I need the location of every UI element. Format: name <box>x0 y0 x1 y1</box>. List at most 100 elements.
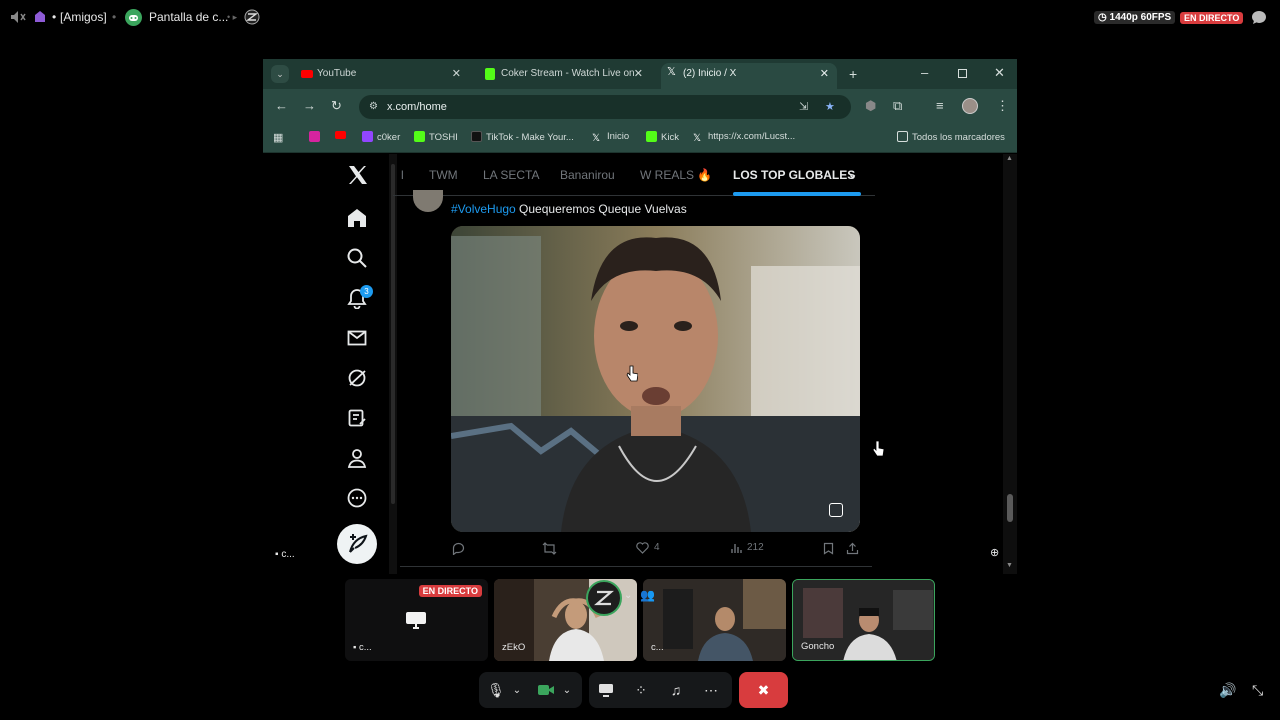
site-info-icon[interactable]: ⚙ <box>369 95 378 119</box>
live-badge: EN DIRECTO <box>418 585 482 597</box>
reply-icon[interactable] <box>452 542 465 555</box>
reload-button[interactable]: ↻ <box>331 99 342 113</box>
more-options-icon[interactable] <box>346 487 368 509</box>
activity-controls: ⁘ ♫ ⋯ <box>589 672 732 708</box>
bookmark-inicio[interactable]: 𝕏 Inicio <box>592 131 629 144</box>
bookmark-instagram[interactable] <box>309 131 324 143</box>
messages-icon[interactable] <box>346 327 368 349</box>
post-hashtag[interactable]: #VolveHugo <box>451 202 516 216</box>
streamer-avatar-icon[interactable] <box>244 9 260 25</box>
bookmark-icon[interactable] <box>823 542 834 555</box>
quality-icon: ◷ <box>1098 12 1110 23</box>
mic-options-chevron-icon[interactable]: ⌄ <box>509 672 525 708</box>
channel-name[interactable]: [Amigos] <box>60 10 107 24</box>
extension-shield-icon[interactable]: ⬢ <box>865 99 876 113</box>
stream-host-avatar[interactable] <box>586 580 622 616</box>
bookmark-kick[interactable]: Kick <box>646 131 679 143</box>
microphone-button[interactable]: 🎙 <box>485 672 507 708</box>
activities-button[interactable]: ⁘ <box>630 672 652 708</box>
tab-x-home[interactable]: 𝕏 (2) Inicio / X ✕ <box>661 63 837 89</box>
participant-tile-screen[interactable]: EN DIRECTO ▪ c... <box>345 579 488 661</box>
stream-title[interactable]: Pantalla de c... <box>149 10 228 24</box>
youtube-icon <box>301 70 313 78</box>
add-people-icon[interactable]: 👥 <box>640 588 655 602</box>
tab-coker-stream[interactable]: Coker Stream - Watch Live on ✕ <box>479 63 651 89</box>
tab-youtube[interactable]: YouTube ✕ <box>295 63 469 89</box>
tab-la-secta[interactable]: LA SECTA <box>483 168 539 182</box>
soundboard-button[interactable]: ♫ <box>665 672 687 708</box>
media-control-icon[interactable]: ≡ <box>936 99 944 113</box>
post-author-avatar[interactable] <box>413 190 443 212</box>
grok-icon[interactable] <box>346 367 368 389</box>
x-logo-icon[interactable] <box>346 164 368 186</box>
sidebar-scroll-thumb[interactable] <box>391 164 395 504</box>
bookmark-star-icon[interactable]: ★ <box>825 95 835 119</box>
views-chart-icon[interactable] <box>730 542 742 554</box>
tab-partial[interactable]: l <box>401 168 404 182</box>
gif-sticker-icon[interactable] <box>829 503 843 517</box>
quality-badge: ◷ 1440p 60FPS <box>1094 11 1176 24</box>
video-frame-image <box>451 226 860 532</box>
speaker-muted-icon[interactable] <box>10 10 26 24</box>
like-icon[interactable] <box>636 542 649 554</box>
screen-share-button[interactable] <box>595 672 617 708</box>
hand-cursor-icon <box>872 440 884 457</box>
tab-search-button[interactable]: ⌄ <box>271 65 289 83</box>
post-video[interactable] <box>451 226 860 532</box>
exit-fullscreen-icon[interactable]: ⤡ <box>1252 682 1263 699</box>
screen-share-icon <box>599 684 613 697</box>
back-button[interactable]: ← <box>275 99 288 113</box>
page-scrollbar[interactable]: ▲ ▼ <box>1003 154 1017 574</box>
profile-icon[interactable] <box>346 447 368 469</box>
close-window-button[interactable]: ✕ <box>994 66 1005 80</box>
zoom-icon[interactable]: ⊕ <box>990 546 999 559</box>
chat-icon[interactable] <box>1251 10 1267 25</box>
lists-icon[interactable] <box>346 407 368 429</box>
more-options-button[interactable]: ⋯ <box>700 672 722 708</box>
address-bar[interactable]: ⚙ x.com/home ⇲ ★ <box>359 95 851 119</box>
share-icon[interactable] <box>846 542 859 555</box>
maximize-button[interactable] <box>958 69 967 78</box>
install-app-icon[interactable]: ⇲ <box>799 95 808 119</box>
tab-los-top-globales[interactable]: LOS TOP GLOBALES <box>733 168 855 182</box>
apps-grid-icon[interactable]: ▦ <box>273 131 283 145</box>
camera-button[interactable] <box>535 672 557 708</box>
scroll-up-arrow-icon[interactable]: ▲ <box>1006 155 1013 162</box>
compose-post-button[interactable] <box>337 524 377 564</box>
bookmark-toshi[interactable]: TOSHI <box>414 131 458 143</box>
bookmark-youtube[interactable] <box>335 131 350 142</box>
home-icon[interactable] <box>346 207 368 229</box>
close-tab-icon[interactable]: ✕ <box>634 63 643 85</box>
post-divider <box>400 566 872 567</box>
search-icon[interactable] <box>346 247 368 269</box>
new-tab-button[interactable]: + <box>849 67 857 81</box>
disconnect-button[interactable]: ✖ <box>739 672 788 708</box>
repost-icon[interactable] <box>542 542 557 555</box>
profile-avatar[interactable] <box>962 98 978 114</box>
forward-button[interactable]: → <box>303 99 316 113</box>
camera-options-chevron-icon[interactable]: ⌄ <box>559 672 575 708</box>
close-tab-icon[interactable]: ✕ <box>820 63 829 85</box>
tab-w-reals[interactable]: W REALS 🔥 <box>640 168 712 182</box>
chevron-down-icon[interactable]: ⌄ <box>848 168 857 181</box>
separator-dot: • <box>112 10 117 24</box>
scrollbar-thumb[interactable] <box>1007 494 1013 522</box>
volume-icon[interactable]: 🔊 <box>1219 682 1236 699</box>
sidebar-scroll-track[interactable] <box>389 154 397 574</box>
chevron-down-icon[interactable]: ⌄ <box>624 590 632 601</box>
bookmark-c0ker[interactable]: c0ker <box>362 131 400 143</box>
all-bookmarks-folder[interactable]: Todos los marcadores <box>897 131 1005 143</box>
minimize-button[interactable]: – <box>921 66 928 80</box>
scroll-down-arrow-icon[interactable]: ▼ <box>1006 562 1013 569</box>
browser-menu-icon[interactable]: ⋮ <box>996 99 1009 113</box>
tab-twm[interactable]: TWM <box>429 168 458 182</box>
notification-count-badge: 3 <box>360 285 373 298</box>
participant-tile-c[interactable]: c... <box>643 579 786 661</box>
participant-tile-goncho[interactable]: Goncho <box>792 579 935 661</box>
bookmark-tiktok[interactable]: TikTok - Make Your... <box>471 131 574 143</box>
bookmark-x-link[interactable]: 𝕏https://x.com/Lucst... <box>693 131 795 144</box>
close-tab-icon[interactable]: ✕ <box>452 63 461 85</box>
tab-bananirou[interactable]: Bananirou <box>560 168 615 182</box>
extensions-icon[interactable]: ⧉ <box>893 99 902 113</box>
separator-dots: • ▸ <box>227 12 238 22</box>
